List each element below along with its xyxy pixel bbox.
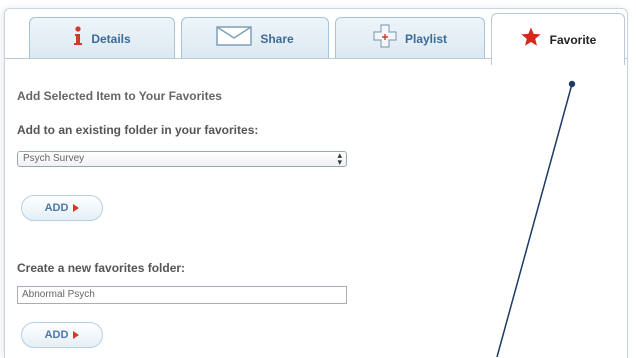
select-arrows-icon: ▴ ▾: [337, 150, 342, 167]
tab-favorite-label: Favorite: [549, 32, 597, 47]
new-folder-input[interactable]: Abnormal Psych: [17, 286, 347, 304]
existing-folder-select[interactable]: Psych Survey ▴ ▾: [17, 151, 347, 167]
screenshot-frame: Details Share Playlist Favorite Add Sele…: [0, 0, 636, 358]
new-folder-label: Create a new favorites folder:: [17, 261, 186, 275]
envelope-icon: [216, 26, 253, 51]
plus-icon: [373, 24, 397, 53]
arrow-right-icon-2: [73, 331, 80, 339]
tab-share[interactable]: Share: [181, 17, 329, 59]
tab-bar: Details Share Playlist Favorite: [5, 9, 627, 65]
favorites-heading: Add Selected Item to Your Favorites: [17, 89, 222, 103]
existing-folder-value: Psych Survey: [23, 153, 85, 164]
tab-details-label: Details: [91, 31, 131, 46]
existing-folder-label: Add to an existing folder in your favori…: [17, 123, 259, 137]
arrow-right-icon: [73, 204, 80, 212]
new-folder-value: Abnormal Psych: [22, 289, 95, 300]
tab-favorite[interactable]: Favorite: [491, 13, 625, 65]
info-icon: [73, 26, 83, 51]
add-button-2-label: ADD: [44, 329, 69, 341]
star-icon: [520, 26, 542, 53]
add-to-existing-button[interactable]: ADD: [21, 195, 103, 221]
item-options-panel: Details Share Playlist Favorite Add Sele…: [4, 8, 628, 358]
tab-playlist[interactable]: Playlist: [335, 17, 485, 59]
tab-details[interactable]: Details: [29, 17, 175, 59]
add-button-label: ADD: [44, 202, 69, 214]
create-folder-add-button[interactable]: ADD: [21, 322, 103, 348]
tab-share-label: Share: [260, 31, 294, 46]
tab-playlist-label: Playlist: [404, 31, 448, 46]
